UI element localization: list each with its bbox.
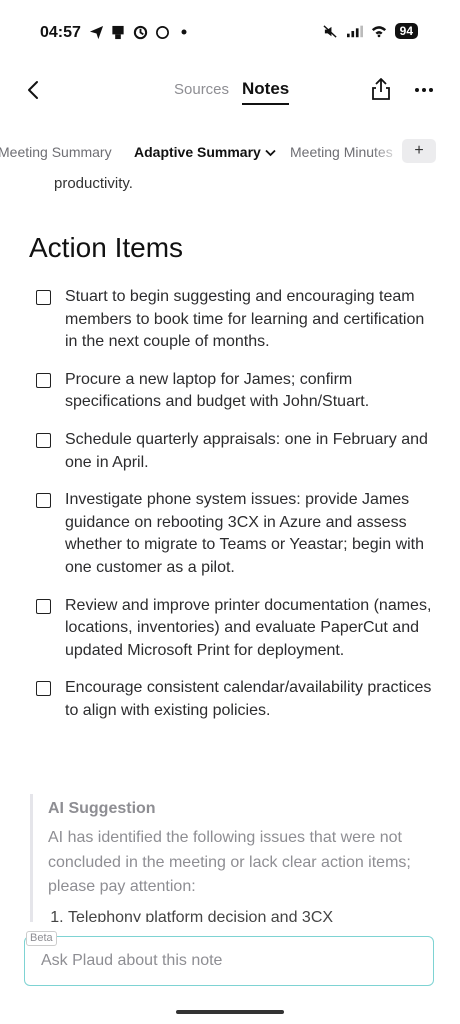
mute-icon bbox=[323, 23, 339, 39]
ai-suggestion-body: AI has identified the following issues t… bbox=[48, 829, 411, 896]
nav-bar: Sources Notes bbox=[0, 68, 460, 112]
tabs-fade bbox=[372, 138, 402, 166]
checkbox[interactable] bbox=[36, 432, 51, 448]
action-item: Schedule quarterly appraisals: one in Fe… bbox=[36, 429, 436, 474]
send-icon bbox=[88, 24, 104, 40]
action-item-text: Encourage consistent calendar/availabili… bbox=[65, 679, 432, 719]
action-items-list: Stuart to begin suggesting and encouragi… bbox=[36, 286, 436, 738]
status-bar: 04:57 94 bbox=[0, 0, 460, 60]
add-template-button[interactable]: + bbox=[402, 139, 436, 163]
ai-suggestion-item: Telephony platform decision and 3CX bbox=[68, 906, 448, 922]
notification-icon bbox=[110, 24, 126, 40]
template-tabs: Meeting Summary Adaptive Summary Meeting… bbox=[0, 138, 460, 166]
sync-icon bbox=[132, 24, 148, 40]
template-tab-meeting-summary[interactable]: Meeting Summary bbox=[0, 144, 112, 160]
signal-icon bbox=[346, 23, 363, 39]
share-icon bbox=[372, 78, 390, 100]
template-tab-adaptive-summary[interactable]: Adaptive Summary bbox=[134, 144, 276, 160]
ask-input[interactable] bbox=[24, 936, 434, 986]
note-content[interactable]: productivity. Action Items Stuart to beg… bbox=[0, 170, 460, 922]
home-indicator[interactable] bbox=[176, 1010, 284, 1014]
chevron-down-icon bbox=[265, 150, 276, 157]
more-options-button[interactable] bbox=[412, 80, 436, 100]
checkbox[interactable] bbox=[36, 290, 51, 305]
ai-suggestion-title: AI Suggestion bbox=[48, 800, 156, 817]
beta-badge: Beta bbox=[26, 931, 57, 946]
status-right-icons: 94 bbox=[323, 23, 418, 39]
action-item-text: Investigate phone system issues: provide… bbox=[65, 491, 425, 576]
action-item: Procure a new laptop for James; confirm … bbox=[36, 369, 436, 414]
action-item: Stuart to begin suggesting and encouragi… bbox=[36, 286, 436, 354]
battery-level: 94 bbox=[394, 23, 418, 39]
wifi-icon bbox=[371, 23, 387, 39]
ai-suggestion-list: Telephony platform decision and 3CX bbox=[48, 906, 448, 922]
ask-bar: Beta bbox=[0, 922, 460, 1024]
template-tab-label: Adaptive Summary bbox=[134, 144, 261, 160]
action-item-text: Schedule quarterly appraisals: one in Fe… bbox=[65, 430, 428, 471]
action-item-text: Stuart to begin suggesting and encouragi… bbox=[65, 288, 425, 351]
action-item-text: Review and improve printer documentation… bbox=[65, 596, 432, 659]
share-button[interactable] bbox=[370, 77, 394, 103]
more-icon bbox=[415, 88, 433, 92]
dot-icon bbox=[176, 24, 192, 40]
action-item: Investigate phone system issues: provide… bbox=[36, 489, 436, 579]
checkbox[interactable] bbox=[36, 681, 51, 697]
ai-suggestion: AI Suggestion AI has identified the foll… bbox=[30, 794, 448, 922]
clipped-text: productivity. bbox=[54, 175, 133, 192]
status-time: 04:57 bbox=[40, 24, 81, 41]
section-title: Action Items bbox=[29, 232, 184, 263]
action-item-text: Procure a new laptop for James; confirm … bbox=[65, 370, 370, 411]
checkbox[interactable] bbox=[36, 493, 51, 509]
status-left-icons bbox=[88, 24, 192, 40]
checkbox[interactable] bbox=[36, 598, 51, 614]
tab-notes[interactable]: Notes bbox=[242, 79, 290, 105]
tab-sources[interactable]: Sources bbox=[174, 81, 229, 98]
circle-icon bbox=[154, 24, 170, 40]
chevron-left-icon bbox=[28, 81, 38, 99]
action-item: Encourage consistent calendar/availabili… bbox=[36, 677, 436, 722]
action-item: Review and improve printer documentation… bbox=[36, 595, 436, 663]
back-button[interactable] bbox=[22, 78, 46, 102]
checkbox[interactable] bbox=[36, 372, 51, 388]
